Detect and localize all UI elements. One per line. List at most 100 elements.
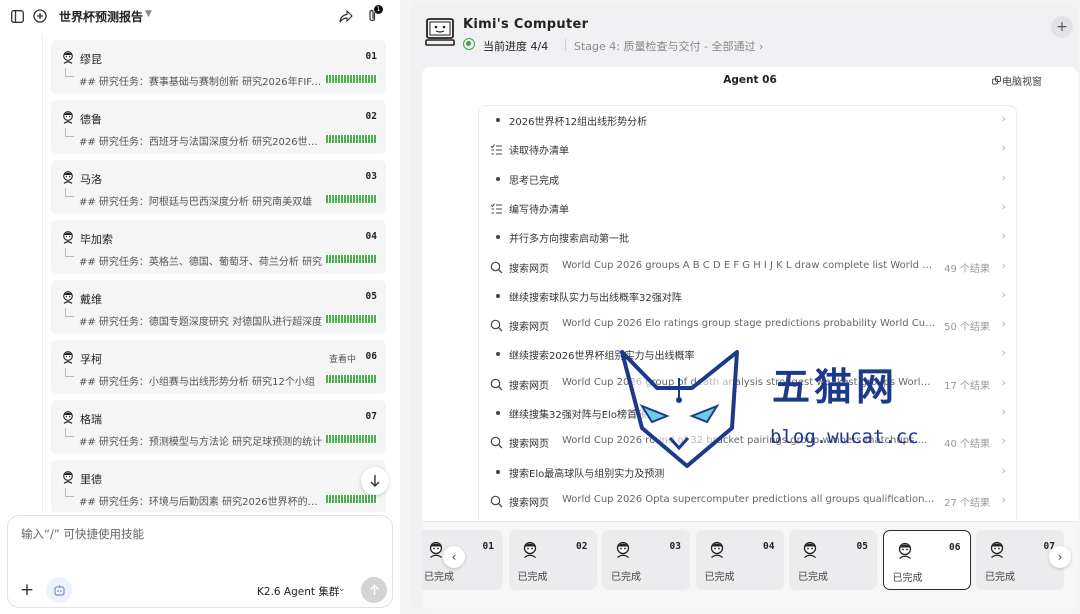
search-step[interactable]: 搜索网页 World Cup 2026 round of 32 bracket p… [479, 428, 1016, 457]
agent-avatar-icon [63, 171, 73, 184]
agent-avatar-icon [710, 541, 723, 558]
chevron-right-icon[interactable]: › [1002, 405, 1006, 418]
chevron-right-icon[interactable]: › [1002, 434, 1006, 447]
paperclip-icon[interactable]: 1 [364, 5, 383, 24]
bullet-icon [496, 469, 500, 474]
agent-thumb-card[interactable]: 03 已完成 [602, 530, 690, 590]
add-button[interactable]: + [1051, 16, 1073, 38]
composer-placeholder[interactable]: 输入“/” 可快捷使用技能 [21, 526, 144, 542]
result-count: 17 个结果 [944, 380, 990, 392]
agent-name: 马洛 [80, 173, 102, 186]
result-count: 40 个结果 [944, 439, 990, 451]
agent-list: 缪昆 01 ## 研究任务：赛事基础与赛制创新 研究2026年FIFA世界杯 德鲁 02… [42, 34, 394, 512]
step-item[interactable]: 思考已完成 › [479, 165, 1016, 194]
divider [565, 39, 566, 51]
link-icon[interactable] [992, 75, 1001, 85]
search-step[interactable]: 搜索网页 World Cup 2026 Opta supercomputer pr… [479, 487, 1016, 516]
scroll-down-button[interactable] [361, 467, 389, 495]
agent-card[interactable]: 格瑞 07 ## 研究任务：预测模型与方法论 研究足球预测的统计 [51, 400, 386, 454]
robot-icon [53, 584, 65, 596]
agent-thumb-card[interactable]: 05 已完成 [789, 530, 877, 590]
step-label: 搜索网页 [509, 439, 549, 451]
bullet-icon [496, 235, 500, 240]
step-label: 2026世界杯12组出线形势分析 [509, 117, 648, 128]
search-icon [490, 436, 503, 449]
stage-link[interactable]: Stage 4: 质量检查与交付 - 全部通过 › [574, 38, 763, 54]
agent-panel-title: Agent 06 [723, 74, 777, 86]
chevron-down-icon[interactable]: ▼ [145, 9, 152, 19]
step-item[interactable]: 编写待办清单 › [479, 194, 1016, 223]
agent-task: ## 研究任务：预测模型与方法论 研究足球预测的统计 [79, 437, 323, 448]
stage-text[interactable]: Stage 4: 质量检查与交付 - 全部通过 [574, 40, 755, 53]
search-step[interactable]: 搜索网页 World Cup 2026 Elo ratings group sta… [479, 311, 1016, 340]
add-attachment-button[interactable]: + [15, 578, 39, 602]
result-count: 27 个结果 [944, 497, 990, 509]
search-step[interactable]: 搜索网页 World Cup 2026 groups A B C D E F G … [479, 253, 1016, 282]
carousel-prev-button[interactable]: ‹ [443, 546, 465, 568]
computer-icon [425, 17, 455, 47]
step-item[interactable]: 搜索Elo最高球队与组别实力及预测 › [479, 458, 1016, 487]
agent-card[interactable]: 毕加索 04 ## 研究任务：英格兰、德国、葡萄牙、荷兰分析 研究 [51, 220, 386, 274]
agent-card[interactable]: 德鲁 02 ## 研究任务：西班牙与法国深度分析 研究2026世界杯 [51, 100, 386, 154]
chevron-right-icon[interactable]: › [1002, 464, 1006, 477]
step-item[interactable]: 读取待办清单 › [479, 135, 1016, 164]
step-item[interactable]: 继续搜索球队实力与出线概率32强对阵 › [479, 282, 1016, 311]
arrow-up-icon [369, 584, 379, 595]
agent-avatar-icon [898, 542, 911, 559]
computer-view-button[interactable]: 电脑视窗 [1002, 73, 1042, 88]
chevron-down-icon[interactable]: ⌄ [338, 584, 346, 594]
step-label: 搜索网页 [509, 263, 549, 275]
agent-carousel: 01 已完成 02 已完成 03 已完成 04 已完成 05 已完成 06 已完成 07 已完成 ‹ › [422, 521, 1078, 609]
agent-card[interactable]: 马洛 03 ## 研究任务：阿根廷与巴西深度分析 研究南美双雄 [51, 160, 386, 214]
chevron-right-icon[interactable]: › [1002, 171, 1006, 184]
agent-card[interactable]: 里德08## 研究任务：环境与后勤因素 研究2026世界杯的环境 [51, 460, 386, 512]
chevron-right-icon[interactable]: › [1002, 200, 1006, 213]
branch-line [65, 68, 74, 77]
chevron-right-icon[interactable]: › [1002, 229, 1006, 242]
sidebar-toggle-icon[interactable] [9, 8, 25, 24]
agent-card[interactable]: 缪昆 01 ## 研究任务：赛事基础与赛制创新 研究2026年FIFA世界杯 [51, 40, 386, 94]
bullet-icon [496, 293, 500, 298]
agent-avatar-icon [63, 231, 73, 244]
progress-bar [326, 375, 377, 383]
agent-task: ## 研究任务：阿根廷与巴西深度分析 研究南美双雄 [79, 197, 313, 208]
step-label: 搜索网页 [509, 497, 549, 509]
agent-number: 07 [365, 411, 377, 422]
chevron-right-icon[interactable]: › [1002, 288, 1006, 301]
agent-card[interactable]: 孚柯 查看中 06 ## 研究任务：小组赛与出线形势分析 研究12个小组 [51, 340, 386, 394]
agent-thumb-card[interactable]: 04 已完成 [695, 530, 784, 590]
viewing-badge: 查看中 [328, 355, 356, 365]
search-step[interactable]: 搜索网页 World Cup 2026 group of death analys… [479, 370, 1016, 399]
chevron-right-icon[interactable]: › [1002, 141, 1006, 154]
agent-thumb-card[interactable]: 06 已完成 [882, 530, 971, 590]
progress-bar [326, 75, 377, 83]
chevron-right-icon[interactable]: › [1002, 259, 1006, 272]
chevron-right-icon[interactable]: › [1002, 493, 1006, 506]
step-item[interactable]: 2026世界杯12组出线形势分析 › [479, 106, 1016, 135]
step-label: 继续搜集32强对阵与Elo榜首预测 [509, 410, 657, 421]
agent-thumb-card[interactable]: 02 已完成 [508, 530, 597, 590]
chat-title[interactable]: 世界杯预测报告 [59, 8, 143, 25]
step-label: 搜索网页 [509, 322, 549, 334]
progress-bar [326, 195, 377, 203]
step-item[interactable]: 继续搜集32强对阵与Elo榜首预测 › [479, 399, 1016, 428]
new-chat-icon[interactable] [32, 8, 48, 24]
chevron-right-icon[interactable]: › [1002, 112, 1006, 125]
step-item[interactable]: 并行多方向搜索启动第一批 › [479, 223, 1016, 252]
skill-button[interactable] [46, 577, 72, 603]
progress-bar [326, 435, 377, 443]
message-composer[interactable]: 输入“/” 可快捷使用技能 + K2.6 Agent 集群 ⌄ [7, 515, 393, 608]
chevron-right-icon[interactable]: › [1002, 346, 1006, 359]
chevron-right-icon[interactable]: › [1002, 376, 1006, 389]
agent-number: 06 [365, 351, 377, 362]
send-button[interactable] [361, 577, 387, 603]
model-selector[interactable]: K2.6 Agent 集群 [257, 584, 339, 599]
agent-card[interactable]: 戴维 05 ## 研究任务：德国专题深度研究 对德国队进行超深度 [51, 280, 386, 334]
chevron-right-icon[interactable]: › [1002, 317, 1006, 330]
share-icon[interactable] [338, 8, 354, 24]
agent-status: 已完成 [798, 572, 828, 583]
carousel-next-button[interactable]: › [1049, 546, 1071, 568]
step-item[interactable]: 继续搜索2026世界杯组别实力与出线概率 › [479, 340, 1016, 369]
agent-task: ## 研究任务：西班牙与法国深度分析 研究2026世界杯 [79, 137, 324, 148]
search-query: World Cup 2026 group of death analysis s… [562, 376, 936, 388]
